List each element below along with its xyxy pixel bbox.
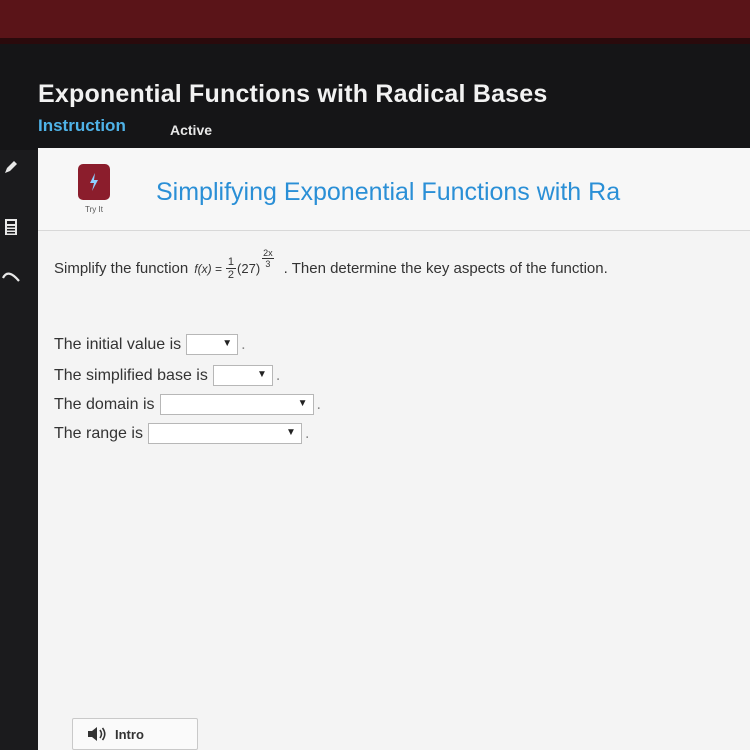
caret-down-icon: ▼ [297,398,308,409]
initial-value-label: The initial value is [54,335,182,353]
caret-down-icon: ▼ [286,427,296,438]
left-tool-rail [0,150,38,750]
prompt-instructions: . Then determine the key aspects of the … [283,260,608,277]
punctuation: . [241,335,246,353]
top-bar [0,0,750,38]
function-base: (27) [237,261,261,276]
exponent-numerator: 2x [262,248,274,259]
intro-audio-button[interactable]: Intro [72,718,198,750]
tab-active[interactable]: Active [170,122,212,138]
coefficient-denominator: 2 [227,269,235,281]
pencil-icon[interactable] [0,156,22,178]
punctuation: . [275,366,281,384]
caret-down-icon: ▼ [256,369,267,380]
coefficient-numerator: 1 [225,256,237,269]
initial-value-dropdown[interactable]: ▼ [186,334,239,355]
activity-content: Try It Simplifying Exponential Functions… [38,148,750,750]
domain-label: The domain is [54,395,155,413]
exponent-denominator: 3 [265,259,271,269]
exponent-fraction: 2x 3 [262,248,274,269]
punctuation: . [304,424,310,442]
domain-dropdown[interactable]: ▼ [159,394,314,415]
lightning-bolt-icon [90,173,98,191]
graph-curve-icon[interactable] [0,264,22,286]
activity-title: Simplifying Exponential Functions with R… [156,178,621,206]
simplified-base-label: The simplified base is [54,366,208,384]
answer-row-initial-value: The initial value is ▼ . [54,334,246,355]
function-name: f(x) = [194,261,222,276]
coefficient-fraction: 1 2 [225,256,237,281]
tab-instruction[interactable]: Instruction [38,116,126,136]
prompt-text: Simplify the function [54,260,189,277]
range-dropdown[interactable]: ▼ [147,423,302,444]
course-title: Exponential Functions with Radical Bases [38,80,548,108]
problem-prompt: Simplify the function f(x) = 1 2 (27) 2x… [54,248,608,281]
simplified-base-dropdown[interactable]: ▼ [212,365,273,386]
answer-row-range: The range is ▼ . [54,423,309,444]
speaker-icon [87,726,107,742]
answer-row-simplified-base: The simplified base is ▼ . [54,365,280,386]
try-it-label: Try It [85,205,103,214]
answer-row-domain: The domain is ▼ . [54,394,321,415]
range-label: The range is [54,424,143,442]
caret-down-icon: ▼ [222,338,233,349]
intro-label: Intro [115,726,144,742]
calculator-icon[interactable] [0,216,22,238]
activity-header: Try It Simplifying Exponential Functions… [38,148,750,231]
punctuation: . [316,395,321,413]
try-it-badge [78,164,110,200]
